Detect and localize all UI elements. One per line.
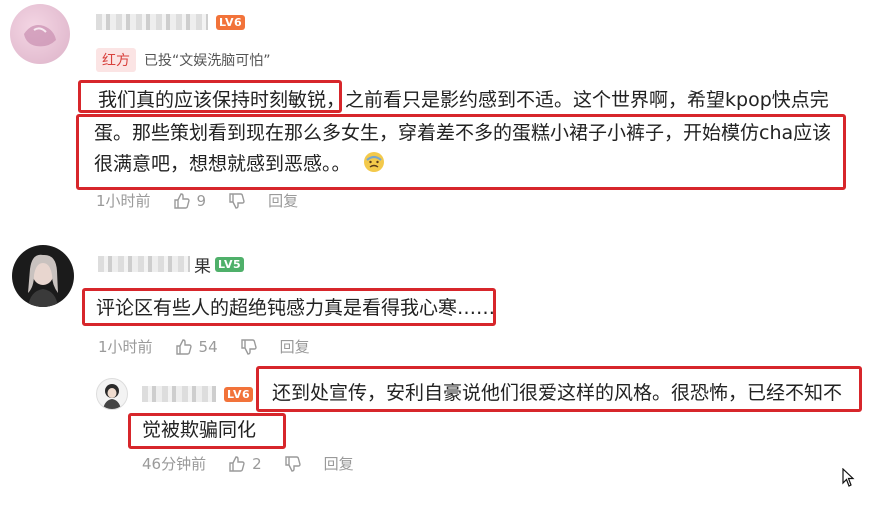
username[interactable]: LV6 [142, 384, 254, 404]
vote-text: 已投“文娱洗脑可怕” [144, 53, 271, 69]
like-count: 54 [198, 337, 218, 356]
mouse-cursor-icon [842, 467, 856, 488]
like-count: 9 [196, 191, 207, 210]
thumbs-down-icon[interactable] [228, 192, 246, 210]
comment-time: 46分钟前 [142, 455, 207, 473]
thumbs-up-icon[interactable] [228, 455, 246, 473]
thumbs-down-icon[interactable] [240, 338, 258, 356]
level-badge: LV5 [215, 256, 245, 272]
comment-meta: 46分钟前 2 回复 [142, 453, 354, 474]
avatar[interactable] [12, 245, 74, 307]
highlight-box-3a [256, 366, 862, 412]
highlight-box-2 [82, 288, 496, 326]
level-badge: LV6 [224, 386, 254, 402]
comment-time: 1小时前 [96, 192, 151, 210]
blurred-username [96, 14, 208, 30]
reply-button[interactable]: 回复 [324, 453, 354, 474]
like-count: 2 [252, 454, 262, 473]
comment-meta: 1小时前 9 回复 [96, 190, 298, 211]
avatar-image [24, 25, 56, 47]
avatar[interactable] [96, 378, 128, 410]
vote-tag: 红方 已投“文娱洗脑可怕” [96, 48, 271, 72]
highlight-box-1b [76, 114, 846, 190]
reply-button[interactable]: 回复 [268, 190, 298, 211]
thumbs-down-icon[interactable] [284, 455, 302, 473]
thumbs-up-icon[interactable] [175, 338, 193, 356]
username[interactable]: 果 LV5 [98, 254, 245, 277]
thumbs-up-icon[interactable] [173, 192, 191, 210]
blurred-username [142, 386, 216, 402]
highlight-box-1a [78, 80, 342, 113]
comment-time: 1小时前 [98, 338, 153, 356]
comment-meta: 1小时前 54 回复 [98, 336, 310, 357]
avatar-image [103, 384, 121, 409]
level-badge: LV6 [216, 14, 246, 30]
highlight-box-3b [128, 413, 286, 449]
vote-side-badge: 红方 [96, 48, 136, 72]
username[interactable]: LV6 [96, 12, 246, 32]
blurred-username [98, 256, 190, 272]
avatar[interactable] [10, 4, 70, 64]
avatar-image [28, 254, 58, 307]
reply-button[interactable]: 回复 [280, 336, 310, 357]
username-tail: 果 [194, 256, 211, 277]
